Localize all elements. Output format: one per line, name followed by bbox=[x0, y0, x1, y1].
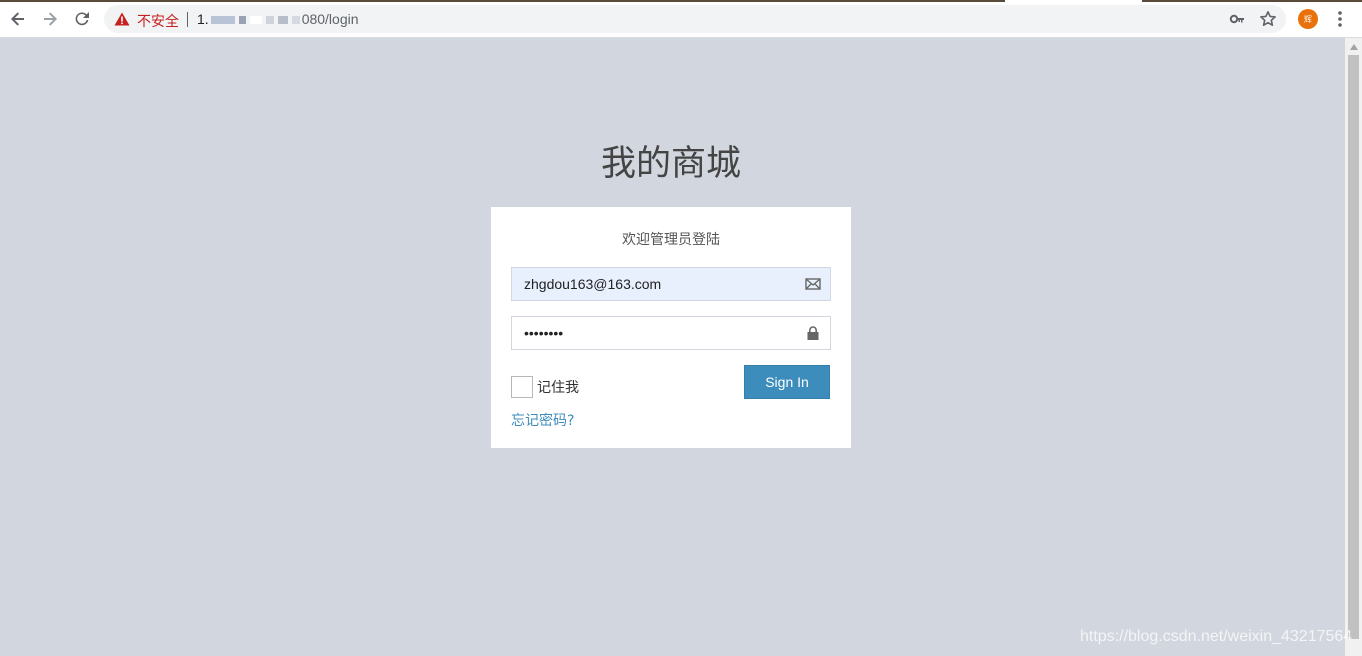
reload-icon bbox=[75, 12, 89, 26]
sign-in-button[interactable]: Sign In bbox=[744, 365, 830, 399]
remember-me-checkbox[interactable] bbox=[511, 376, 533, 398]
key-icon[interactable] bbox=[1229, 11, 1245, 27]
reload-button[interactable] bbox=[71, 8, 93, 30]
security-status-label[interactable]: 不安全 bbox=[137, 11, 179, 31]
forward-button[interactable] bbox=[39, 8, 61, 30]
profile-avatar[interactable]: 辉 bbox=[1298, 9, 1318, 29]
envelope-icon bbox=[805, 278, 821, 290]
menu-icon[interactable] bbox=[1332, 9, 1348, 29]
lock-icon bbox=[807, 326, 819, 340]
password-field-group bbox=[511, 316, 831, 350]
scroll-up-button[interactable] bbox=[1345, 38, 1362, 55]
back-button[interactable] bbox=[7, 8, 29, 30]
star-icon[interactable] bbox=[1259, 10, 1277, 28]
login-box: 欢迎管理员登陆 记住我 Sign In 忘记密码? bbox=[491, 207, 851, 448]
back-icon bbox=[11, 12, 24, 26]
watermark: https://blog.csdn.net/weixin_43217564 bbox=[1080, 628, 1353, 645]
remember-me-label[interactable]: 记住我 bbox=[537, 377, 579, 397]
browser-toolbar: 不安全 1. 080/login 辉 bbox=[0, 0, 1362, 38]
warning-icon bbox=[114, 12, 130, 26]
scroll-up-icon bbox=[1349, 43, 1358, 50]
top-accent-line bbox=[0, 0, 1362, 2]
address-bar[interactable]: 不安全 1. 080/login bbox=[104, 5, 1286, 33]
divider bbox=[187, 12, 188, 27]
forward-icon bbox=[44, 12, 57, 26]
forgot-password-link[interactable]: 忘记密码? bbox=[511, 410, 574, 430]
login-box-message: 欢迎管理员登陆 bbox=[622, 232, 720, 248]
vertical-scrollbar[interactable] bbox=[1345, 38, 1362, 656]
page-title: 我的商城 bbox=[600, 144, 741, 184]
remember-me[interactable]: 记住我 bbox=[511, 376, 579, 398]
url-text[interactable]: 1. 080/login bbox=[197, 11, 359, 27]
password-input[interactable] bbox=[512, 317, 792, 349]
email-field-group bbox=[511, 267, 831, 301]
email-input[interactable] bbox=[512, 268, 792, 300]
scroll-thumb[interactable] bbox=[1348, 55, 1359, 639]
